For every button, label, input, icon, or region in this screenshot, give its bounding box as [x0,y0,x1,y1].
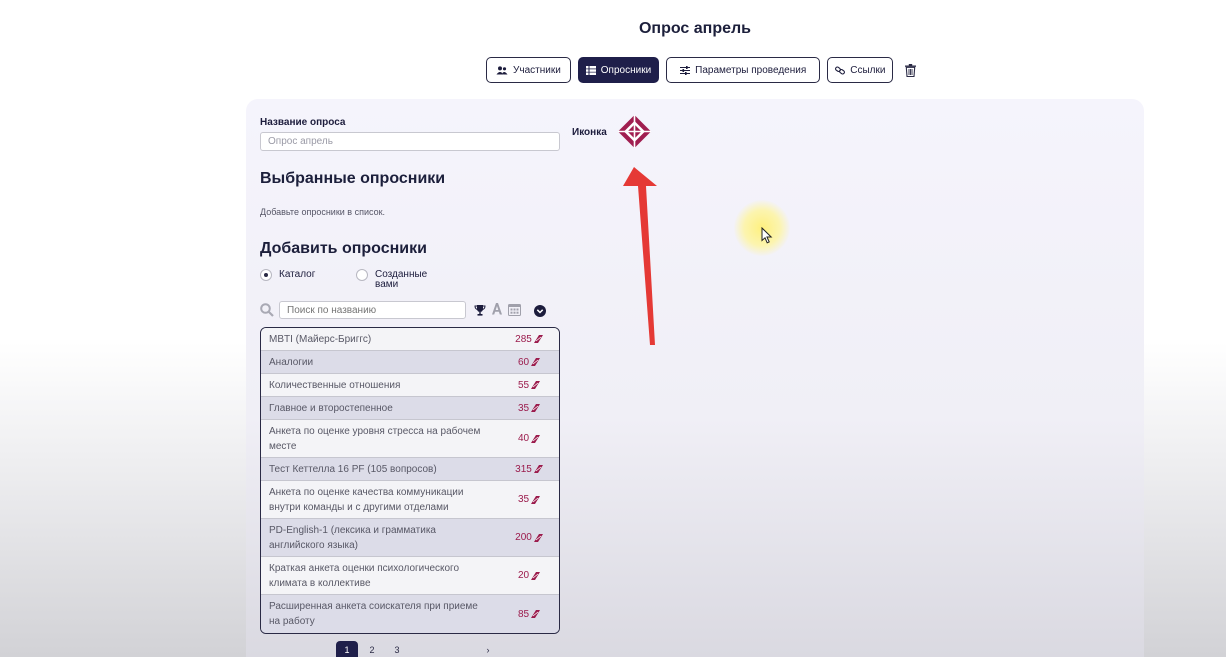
annotation-arrow-icon [623,167,657,345]
